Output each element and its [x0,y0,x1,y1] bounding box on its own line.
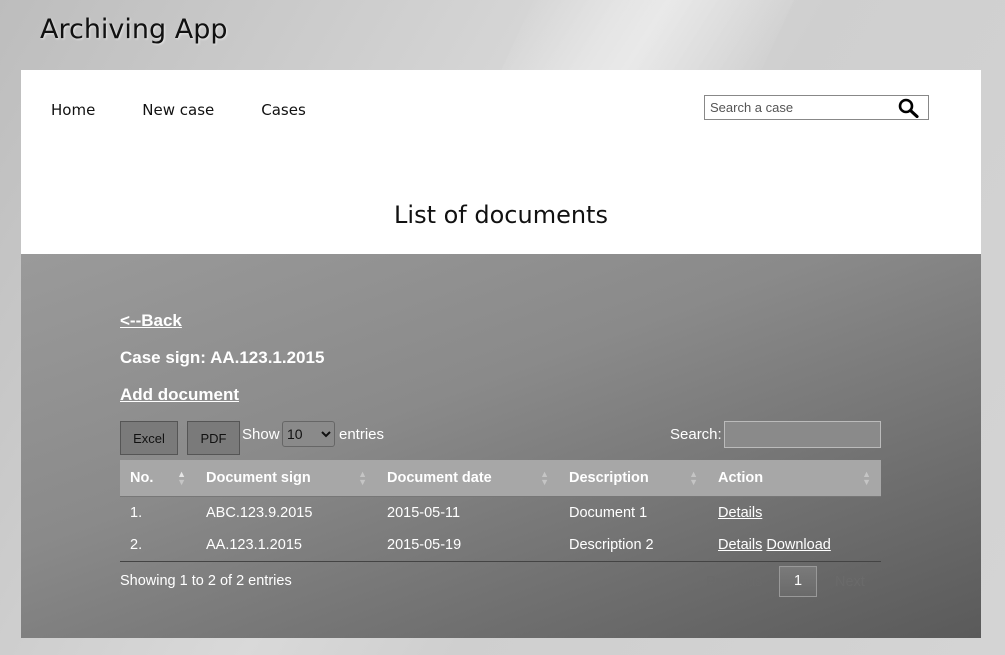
case-search-input[interactable] [705,96,890,119]
nav-new-case[interactable]: New case [142,101,214,119]
show-label: Show [242,426,280,443]
page-title: List of documents [394,201,608,229]
cell-action: Details [708,497,881,530]
pdf-export-button[interactable]: PDF [187,421,240,455]
table-row: 2. AA.123.1.2015 2015-05-19 Description … [120,529,881,562]
back-link[interactable]: <--Back [120,311,182,331]
cell-description: Document 1 [569,505,648,521]
column-header-action[interactable]: Action ▲ ▼ [708,460,881,497]
pagination-page-1[interactable]: 1 [779,566,817,597]
sort-icon: ▲ ▼ [177,469,186,487]
column-label: Document sign [206,470,311,486]
cell-document-date: 2015-05-11 [387,505,461,521]
case-search [704,95,929,120]
nav-cases[interactable]: Cases [261,101,306,119]
column-label: Description [569,470,649,486]
sort-icon: ▲ ▼ [862,469,871,487]
cell-action: Details Download [708,529,881,562]
details-link[interactable]: Details [718,537,762,553]
sort-icon: ▲ ▼ [689,469,698,487]
column-header-document-date[interactable]: Document date ▲ ▼ [377,460,559,497]
cell-document-sign: AA.123.1.2015 [196,529,377,562]
add-document-link[interactable]: Add document [120,385,239,405]
table-search-label: Search: [670,426,722,443]
pagination-previous[interactable]: Previous [706,574,762,590]
main-nav: Home New case Cases [51,101,353,119]
pagination-next[interactable]: Next [835,574,865,590]
column-header-no[interactable]: No. ▲ ▼ [120,460,196,497]
download-link[interactable]: Download [766,537,831,553]
cell-description: Description 2 [559,529,708,562]
table-search-input[interactable] [724,421,881,448]
nav-home[interactable]: Home [51,101,95,119]
documents-panel: <--Back Case sign: AA.123.1.2015 Add doc… [21,254,981,638]
cell-no: 1. [130,505,143,521]
table-row: 1. ABC.123.9.2015 2015-05-11 Document 1 … [120,497,881,530]
app-title: Archiving App [40,14,228,45]
column-header-document-sign[interactable]: Document sign ▲ ▼ [196,460,377,497]
table-header-row: No. ▲ ▼ Document sign ▲ ▼ Document date ▲ ▼… [120,460,881,497]
excel-export-button[interactable]: Excel [120,421,178,455]
cell-no: 2. [120,529,196,562]
table-info: Showing 1 to 2 of 2 entries [120,573,292,589]
column-label: No. [130,470,154,486]
column-header-description[interactable]: Description ▲ ▼ [559,460,708,497]
page-length-select[interactable]: 10 [282,421,335,447]
cell-document-sign: ABC.123.9.2015 [206,505,313,521]
details-link[interactable]: Details [718,505,762,521]
sort-icon: ▲ ▼ [358,469,367,487]
entries-label: entries [339,426,385,443]
header-panel: Home New case Cases List of documents [21,70,981,254]
column-label: Document date [387,470,492,486]
search-icon[interactable] [898,98,920,119]
sort-icon: ▲ ▼ [540,469,549,487]
documents-table: No. ▲ ▼ Document sign ▲ ▼ Document date ▲ ▼… [120,460,881,562]
case-sign: Case sign: AA.123.1.2015 [120,348,325,367]
cell-document-date: 2015-05-19 [377,529,559,562]
column-label: Action [718,470,764,486]
